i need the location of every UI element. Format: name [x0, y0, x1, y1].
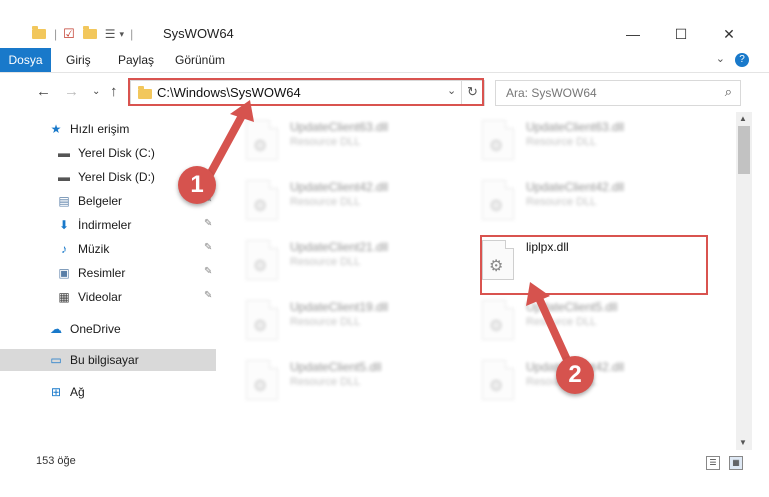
step-badge-2: 2: [556, 356, 594, 394]
annotation-arrows: [204, 100, 572, 366]
arrow-1: [204, 100, 254, 182]
step-badge-1: 1: [178, 166, 216, 204]
arrow-2: [526, 282, 572, 366]
